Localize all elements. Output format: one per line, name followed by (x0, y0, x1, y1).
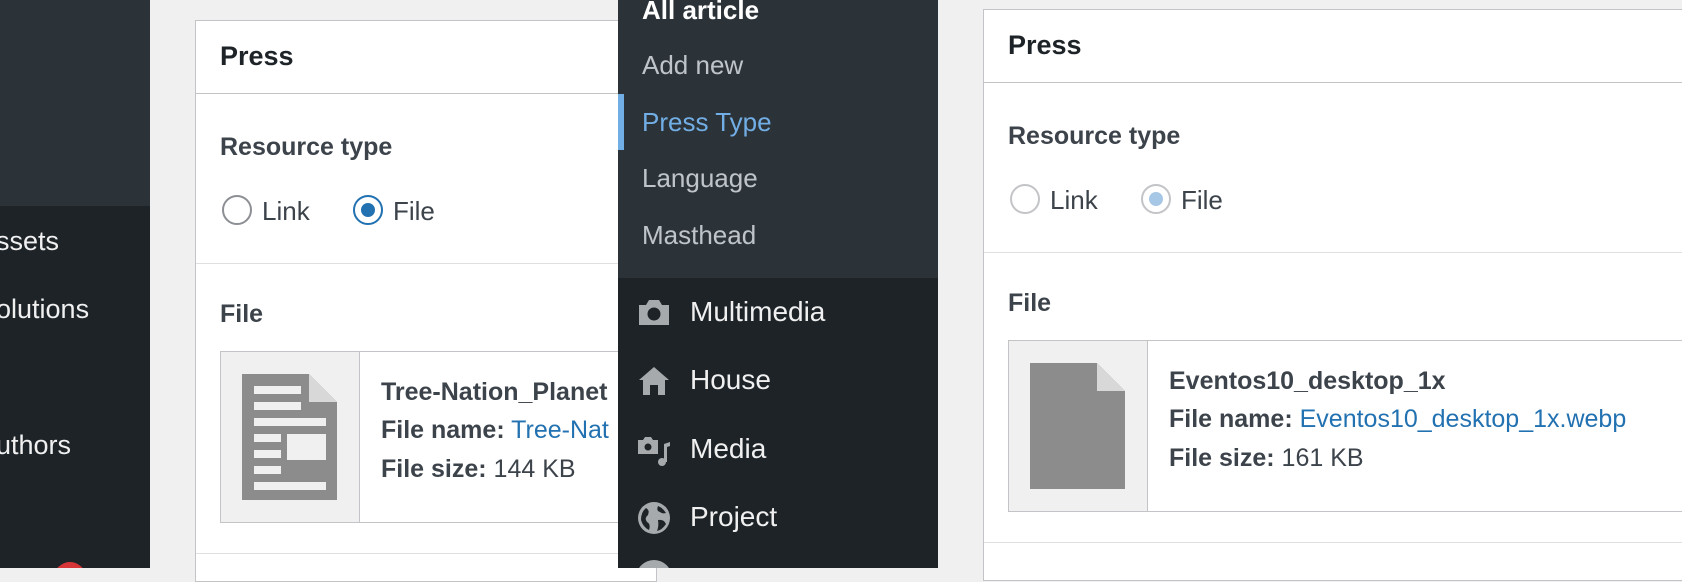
file-name-row: File name: Tree-Nat (381, 416, 609, 445)
camera-icon (639, 300, 669, 325)
file-name-link[interactable]: Eventos10_desktop_1x.webp (1300, 405, 1627, 433)
file-card: Tree-Nation_Planet File name: Tree-Nat F… (220, 351, 656, 523)
resource-type-label: Resource type (1008, 122, 1181, 150)
file-section-label: File (1008, 289, 1052, 317)
divider (196, 263, 656, 264)
divider (196, 553, 656, 554)
radio-link-label[interactable]: Link (1050, 185, 1098, 216)
file-name-label: File name: (1169, 405, 1293, 433)
sidebar-item-solutions[interactable]: olutions (0, 294, 89, 325)
file-size-row: File size: 161 KB (1169, 444, 1364, 473)
radio-link-label[interactable]: Link (262, 196, 310, 227)
file-card: Eventos10_desktop_1x File name: Eventos1… (1008, 340, 1682, 512)
radio-file[interactable] (353, 195, 383, 225)
radio-link[interactable] (222, 195, 252, 225)
radio-file-dot (361, 203, 375, 217)
panel-title: Press (1008, 30, 1082, 60)
next-menu-icon (636, 560, 672, 568)
file-size-row: File size: 144 KB (381, 455, 576, 484)
file-name-label: File name: (381, 416, 505, 444)
menu-item-project[interactable]: Project (618, 488, 938, 548)
radio-link[interactable] (1010, 184, 1040, 214)
submenu-item-all-article[interactable]: All article (642, 0, 759, 26)
menu-item-multimedia[interactable]: Multimedia (618, 283, 938, 343)
file-section-label: File (220, 300, 264, 328)
admin-flyout-menu: All article Add new Press Type Language … (618, 0, 938, 568)
globe-icon (638, 502, 670, 534)
file-title: Eventos10_desktop_1x (1169, 367, 1446, 395)
divider (984, 542, 1682, 543)
media-icon (638, 437, 670, 466)
submenu-item-language[interactable]: Language (642, 163, 758, 194)
file-thumbnail (221, 352, 360, 522)
file-thumbnail (1009, 341, 1148, 511)
file-title: Tree-Nation_Planet (381, 378, 608, 406)
sidebar-item-authors[interactable]: uthors (0, 430, 71, 461)
divider (984, 252, 1682, 253)
radio-file[interactable] (1141, 184, 1171, 214)
submenu-item-press-type[interactable]: Press Type (642, 107, 772, 138)
file-size-label: File size: (1169, 444, 1275, 472)
left-admin-sidebar: ssets olutions uthors (0, 0, 150, 568)
document-icon (242, 374, 337, 500)
submenu-item-add-new[interactable]: Add new (642, 50, 743, 81)
file-size-value: 144 KB (493, 455, 576, 483)
notification-badge (54, 562, 86, 568)
sidebar-top-block (0, 0, 150, 206)
press-panel-right: Press Resource type Link File File Event… (983, 9, 1682, 581)
current-item-indicator (618, 94, 624, 150)
file-name-row: File name: Eventos10_desktop_1x.webp (1169, 405, 1626, 434)
menu-item-label: Multimedia (690, 296, 826, 327)
radio-file-dot (1149, 192, 1163, 206)
menu-item-label: Media (690, 433, 767, 464)
panel-header: Press (984, 10, 1682, 83)
generic-file-icon (1030, 363, 1125, 489)
file-size-value: 161 KB (1281, 444, 1364, 472)
file-name-link[interactable]: Tree-Nat (511, 416, 609, 444)
panel-title: Press (220, 41, 294, 71)
press-panel-left: Press Resource type Link File File Tree-… (195, 20, 657, 582)
resource-type-label: Resource type (220, 133, 393, 161)
house-icon (639, 367, 669, 395)
menu-item-label: House (690, 364, 771, 395)
radio-file-label[interactable]: File (1181, 185, 1223, 216)
panel-header: Press (196, 21, 656, 94)
sidebar-item-assets[interactable]: ssets (0, 226, 59, 257)
submenu-item-masthead[interactable]: Masthead (642, 220, 756, 251)
file-size-label: File size: (381, 455, 487, 483)
menu-item-media[interactable]: Media (618, 420, 938, 480)
menu-item-label: Project (690, 501, 778, 532)
menu-item-house[interactable]: House (618, 351, 938, 411)
radio-file-label[interactable]: File (393, 196, 435, 227)
